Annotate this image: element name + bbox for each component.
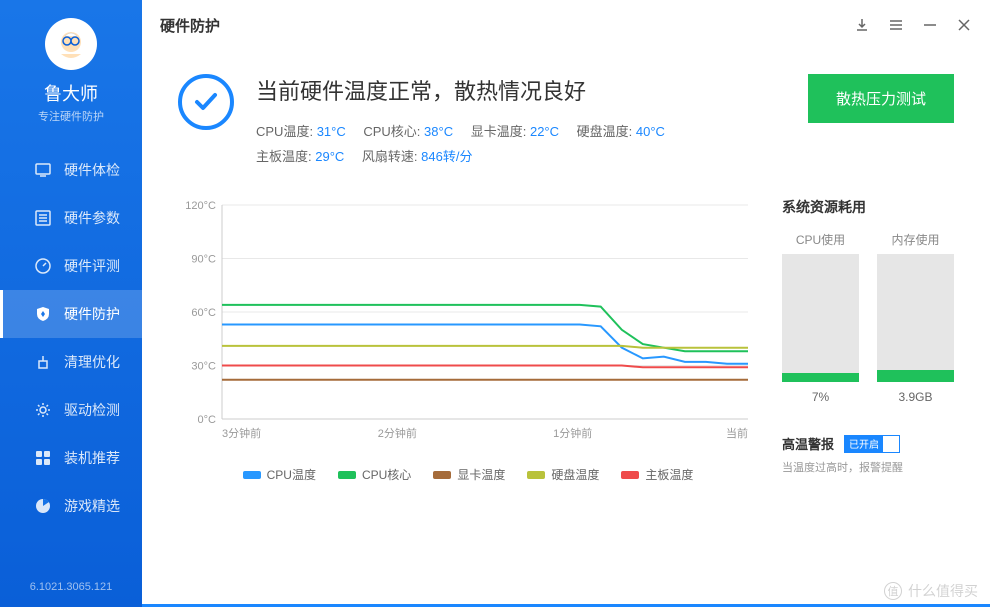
nav-item-benchmark[interactable]: 硬件评测 xyxy=(0,242,142,290)
app-name: 鲁大师 xyxy=(44,80,98,106)
version-label: 6.1021.3065.121 xyxy=(30,581,113,593)
nav-label: 装机推荐 xyxy=(64,448,120,468)
game-icon xyxy=(34,497,52,515)
nav-item-build[interactable]: 装机推荐 xyxy=(0,434,142,482)
close-icon[interactable] xyxy=(956,17,972,33)
chart-legend: CPU温度 CPU核心 显卡温度 硬盘温度 主板温度 xyxy=(178,466,758,483)
legend-swatch xyxy=(243,471,261,479)
temperature-chart: 0°C 30°C 60°C 90°C 120°C 3分钟前 2分钟前 1分钟前 当前 CPU温度… xyxy=(178,197,758,483)
stress-test-button[interactable]: 散热压力测试 xyxy=(808,74,954,123)
legend-item: 硬盘温度 xyxy=(527,466,599,483)
main-panel: 硬件防护 当前硬件温度正常，散热情况良好 CPU温度: 31°C CPU核心: … xyxy=(142,0,990,607)
legend-label: CPU核心 xyxy=(362,466,411,483)
nav-item-hardware-check[interactable]: 硬件体检 xyxy=(0,146,142,194)
list-icon xyxy=(34,209,52,227)
status-metrics: CPU温度: 31°C CPU核心: 38°C 显卡温度: 22°C 硬盘温度:… xyxy=(256,120,808,169)
svg-text:3分钟前: 3分钟前 xyxy=(222,426,261,440)
metric-label: CPU温度: xyxy=(256,124,313,139)
mem-usage-value: 3.9GB xyxy=(877,390,954,404)
cpu-usage-label: CPU使用 xyxy=(782,231,859,248)
nav-item-drivers[interactable]: 驱动检测 xyxy=(0,386,142,434)
legend-label: CPU温度 xyxy=(267,466,316,483)
metric-value: 38°C xyxy=(424,124,453,139)
legend-swatch xyxy=(527,471,545,479)
shield-icon xyxy=(34,305,52,323)
status-title: 当前硬件温度正常，散热情况良好 xyxy=(256,74,808,106)
watermark: 值 什么值得买 xyxy=(884,581,978,601)
cpu-usage-value: 7% xyxy=(782,390,859,404)
page-title: 硬件防护 xyxy=(160,15,220,36)
gauge-icon xyxy=(34,257,52,275)
legend-label: 显卡温度 xyxy=(457,466,505,483)
legend-swatch xyxy=(338,471,356,479)
nav-label: 硬件参数 xyxy=(64,208,120,228)
menu-icon[interactable] xyxy=(888,17,904,33)
nav-label: 硬件防护 xyxy=(64,304,120,324)
nav-item-hardware-params[interactable]: 硬件参数 xyxy=(0,194,142,242)
legend-item: CPU核心 xyxy=(338,466,411,483)
app-tagline: 专注硬件防护 xyxy=(38,108,104,124)
metric-value: 29°C xyxy=(315,149,344,164)
legend-label: 主板温度 xyxy=(645,466,693,483)
nav-label: 游戏精选 xyxy=(64,496,120,516)
nav-item-games[interactable]: 游戏精选 xyxy=(0,482,142,530)
svg-text:120°C: 120°C xyxy=(185,200,216,212)
alarm-description: 当温度过高时，报警提醒 xyxy=(782,459,954,475)
mem-usage-label: 内存使用 xyxy=(877,231,954,248)
watermark-text: 什么值得买 xyxy=(908,581,978,601)
app-avatar xyxy=(45,18,97,70)
metric-label: CPU核心: xyxy=(363,124,420,139)
titlebar: 硬件防护 xyxy=(142,0,990,50)
nav-list: 硬件体检 硬件参数 硬件评测 硬件防护 清理优化 驱动检测 装机推荐 游戏精选 xyxy=(0,146,142,530)
metric-value: 40°C xyxy=(636,124,665,139)
watermark-icon: 值 xyxy=(884,582,902,600)
download-icon[interactable] xyxy=(854,17,870,33)
svg-text:90°C: 90°C xyxy=(191,254,216,266)
nav-label: 硬件体检 xyxy=(64,160,120,180)
metric-value: 846转/分 xyxy=(421,149,472,164)
status-check-icon xyxy=(178,74,234,130)
metric-value: 22°C xyxy=(530,124,559,139)
svg-text:30°C: 30°C xyxy=(191,361,216,373)
alarm-label: 高温警报 xyxy=(782,434,834,453)
sidebar: 鲁大师 专注硬件防护 硬件体检 硬件参数 硬件评测 硬件防护 清理优化 驱动检测… xyxy=(0,0,142,607)
nav-label: 清理优化 xyxy=(64,352,120,372)
legend-item: 显卡温度 xyxy=(433,466,505,483)
legend-item: 主板温度 xyxy=(621,466,693,483)
gear-icon xyxy=(34,401,52,419)
metric-label: 主板温度: xyxy=(256,149,312,164)
legend-label: 硬盘温度 xyxy=(551,466,599,483)
svg-text:2分钟前: 2分钟前 xyxy=(378,426,417,440)
mem-usage-bar: 内存使用 3.9GB xyxy=(877,231,954,404)
grid-icon xyxy=(34,449,52,467)
nav-item-cleanup[interactable]: 清理优化 xyxy=(0,338,142,386)
svg-text:当前: 当前 xyxy=(726,426,748,440)
broom-icon xyxy=(34,353,52,371)
toggle-on-text: 已开启 xyxy=(845,436,883,452)
svg-text:0°C: 0°C xyxy=(198,414,217,426)
metric-value: 31°C xyxy=(317,124,346,139)
svg-text:60°C: 60°C xyxy=(191,307,216,319)
legend-swatch xyxy=(433,471,451,479)
alarm-toggle[interactable]: 已开启 xyxy=(844,435,900,453)
metric-label: 风扇转速: xyxy=(362,149,418,164)
nav-label: 驱动检测 xyxy=(64,400,120,420)
nav-label: 硬件评测 xyxy=(64,256,120,276)
legend-item: CPU温度 xyxy=(243,466,316,483)
monitor-icon xyxy=(34,161,52,179)
metric-label: 硬盘温度: xyxy=(577,124,633,139)
legend-swatch xyxy=(621,471,639,479)
metric-label: 显卡温度: xyxy=(471,124,527,139)
nav-item-protection[interactable]: 硬件防护 xyxy=(0,290,142,338)
resources-title: 系统资源耗用 xyxy=(782,197,954,217)
minimize-icon[interactable] xyxy=(922,17,938,33)
svg-text:1分钟前: 1分钟前 xyxy=(553,426,592,440)
cpu-usage-bar: CPU使用 7% xyxy=(782,231,859,404)
